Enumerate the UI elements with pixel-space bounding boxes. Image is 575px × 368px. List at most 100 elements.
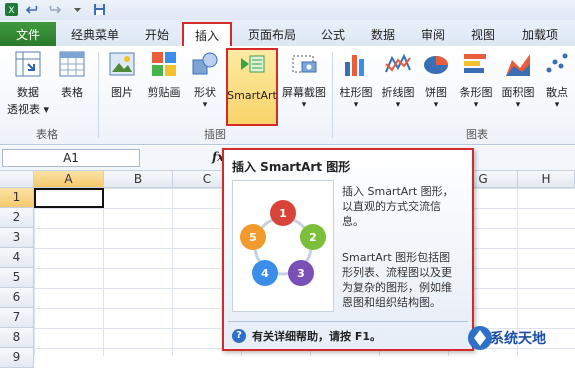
tab-view[interactable]: 视图 [460,22,506,46]
row-header-4[interactable]: 4 [0,248,34,268]
pivot-label-line1: 数据 [17,86,39,99]
title-bar [0,0,575,21]
table-icon [59,51,85,77]
line-chart-button[interactable]: 折线图 ▾ [378,50,418,110]
pie-chart-icon [424,56,448,74]
bar-chart-icon [464,54,486,73]
select-all-corner[interactable] [0,171,34,188]
tab-formulas[interactable]: 公式 [310,22,356,46]
picture-button[interactable]: 图片 [104,50,140,100]
tooltip-description-2: SmartArt 图形包括图 形列表、流程图以及更 为复杂的图形，例如维 恩图和… [342,250,467,310]
ribbon-separator [98,52,99,138]
tooltip-title: 插入 SmartArt 图形 [232,160,351,174]
row-header-1[interactable]: 1 [0,188,34,208]
diagram-node-1: 1 [279,207,287,220]
picture-icon [109,52,135,76]
pie-chart-dropdown-icon: ▾ [433,100,439,110]
help-icon: ? [232,329,246,343]
smartart-icon [241,55,265,73]
tooltip-line: SmartArt 图形包括图 [342,251,451,264]
tooltip-help-text: 有关详细帮助，请按 F1。 [252,330,381,343]
cycle-diagram-icon: 1 2 3 4 5 [240,200,326,286]
ribbon-separator [332,52,333,138]
row-header-8[interactable]: 8 [0,328,34,348]
name-box[interactable]: A1 [2,149,140,167]
tooltip-help: ? 有关详细帮助，请按 F1。 [232,328,381,344]
column-header-h[interactable]: H [518,171,575,188]
area-chart-icon [506,54,530,76]
bar-chart-label: 条形图 [459,86,493,99]
pie-chart-label: 饼图 [425,86,447,99]
column-chart-icon [345,55,364,76]
pivot-table-button[interactable]: 数据 透视表 ▾ [6,50,50,117]
screenshot-button[interactable]: 屏幕截图 ▾ [280,50,328,110]
active-cell-a1[interactable] [34,188,104,208]
tooltip-line: 息。 [342,215,364,228]
smartart-preview-image: 1 2 3 4 5 [232,180,334,312]
group-label-charts: 图表 [466,128,488,141]
smartart-label: SmartArt [227,89,277,102]
save-icon[interactable] [92,2,107,17]
diagram-node-5: 5 [249,231,257,244]
bar-chart-button[interactable]: 条形图 ▾ [456,50,496,110]
scatter-chart-dropdown-icon: ▾ [554,100,560,110]
scatter-chart-icon [546,53,568,73]
clipart-icon [152,52,176,76]
column-chart-dropdown-icon: ▾ [353,100,359,110]
tooltip-line: 为复杂的图形，例如维 [342,281,452,294]
scatter-chart-button[interactable]: 散点 ▾ [540,50,574,110]
line-chart-dropdown-icon: ▾ [395,100,401,110]
pivot-label-line2: 透视表 ▾ [6,103,50,116]
picture-label: 图片 [111,86,133,99]
group-label-tables: 表格 [36,128,58,141]
tab-insert[interactable]: 插入 [182,22,232,46]
pie-chart-button[interactable]: 饼图 ▾ [420,50,452,110]
tooltip-line: 恩图和组织结构图。 [342,296,441,309]
more-qat-icon[interactable] [70,2,85,17]
table-button[interactable]: 表格 [54,50,90,100]
area-chart-dropdown-icon: ▾ [515,100,521,110]
column-chart-button[interactable]: 柱形图 ▾ [336,50,376,110]
line-chart-icon [385,53,411,73]
row-header-9[interactable]: 9 [0,348,34,368]
group-label-illustrations: 插图 [204,128,226,141]
row-header-7[interactable]: 7 [0,308,34,328]
tab-review[interactable]: 审阅 [410,22,456,46]
column-header-b[interactable]: B [104,171,173,188]
tab-file[interactable]: 文件 [0,22,56,46]
tab-add-ins[interactable]: 加载项 [510,22,570,46]
row-header-2[interactable]: 2 [0,208,34,228]
area-chart-button[interactable]: 面积图 ▾ [498,50,538,110]
diagram-node-4: 4 [261,267,269,280]
shapes-button[interactable]: 形状 ▾ [188,50,222,110]
shapes-label: 形状 [194,86,216,99]
column-chart-label: 柱形图 [339,86,373,99]
pivot-table-icon [15,51,41,77]
tab-home[interactable]: 开始 [134,22,180,46]
area-chart-label: 面积图 [501,86,535,99]
row-header-6[interactable]: 6 [0,288,34,308]
tab-page-layout[interactable]: 页面布局 [236,22,308,46]
clipart-label: 剪贴画 [147,86,181,99]
screenshot-dropdown-icon: ▾ [301,100,307,110]
row-header-5[interactable]: 5 [0,268,34,288]
shapes-dropdown-icon: ▾ [202,100,208,110]
clipart-button[interactable]: 剪贴画 [142,50,186,100]
column-header-a[interactable]: A [34,171,104,188]
screenshot-icon [292,55,317,73]
screenshot-label: 屏幕截图 [282,86,326,99]
smartart-button-content[interactable]: SmartArt [226,50,278,102]
tab-classic-menu[interactable]: 经典菜单 [60,22,130,46]
tooltip-line: 插入 SmartArt 图形， [342,185,454,198]
svg-text:X: X [8,6,14,16]
smartart-tooltip: 插入 SmartArt 图形 1 2 3 4 5 插入 SmartArt 图形，… [222,148,474,351]
undo-icon[interactable] [26,2,41,17]
excel-logo-icon: X [5,3,18,16]
tooltip-description-1: 插入 SmartArt 图形， 以直观的方式交流信 息。 [342,184,467,229]
row-header-3[interactable]: 3 [0,228,34,248]
shapes-icon [192,52,218,75]
tooltip-line: 形列表、流程图以及更 [342,266,452,279]
redo-icon[interactable] [46,2,61,17]
tab-data[interactable]: 数据 [360,22,406,46]
tooltip-line: 以直观的方式交流信 [342,200,441,213]
